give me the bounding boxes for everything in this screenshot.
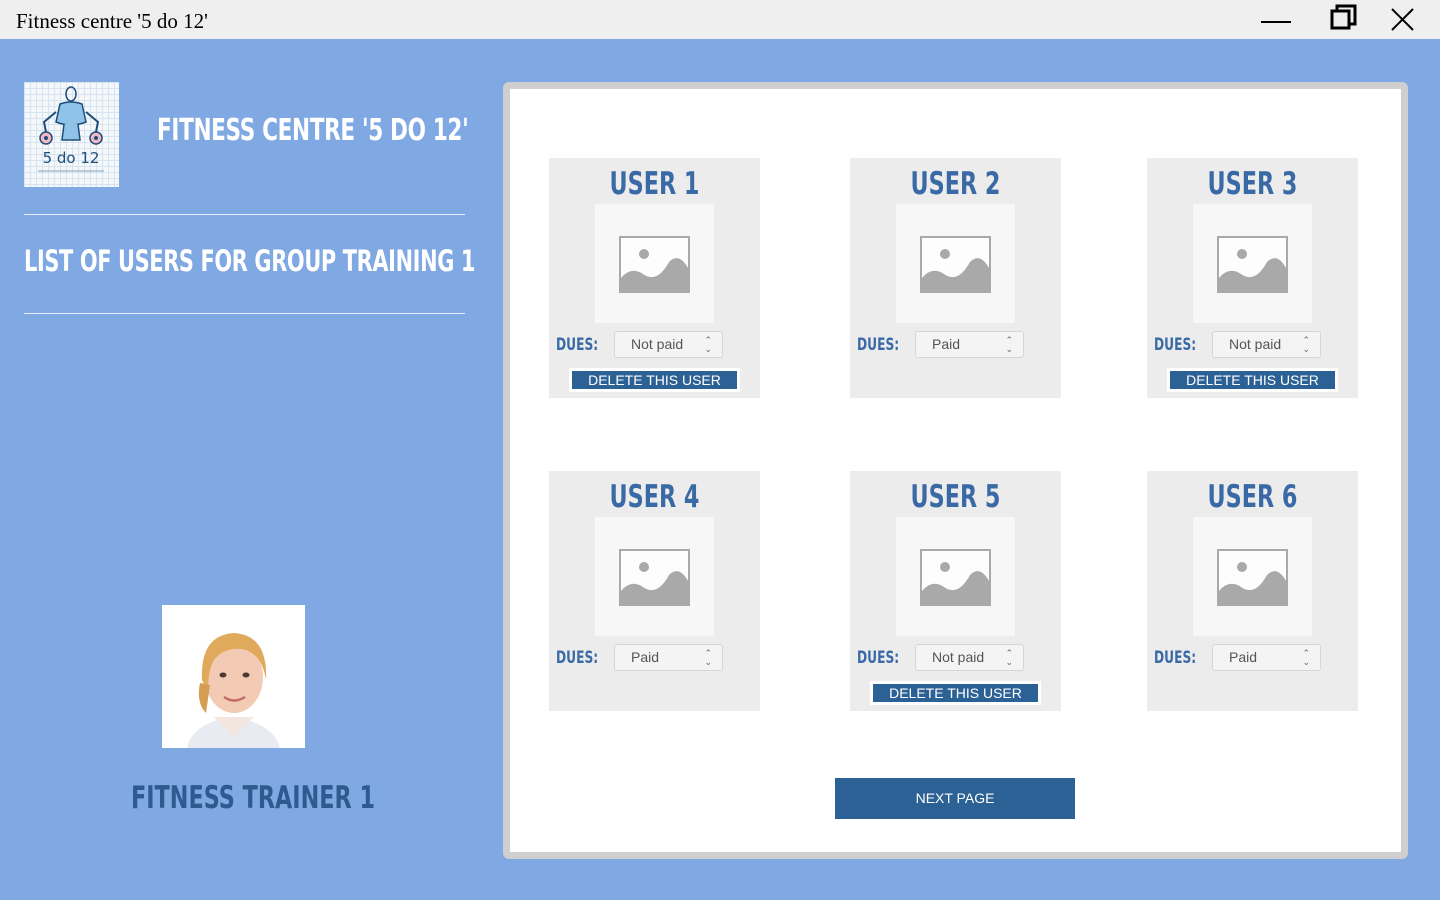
close-icon[interactable] <box>1373 0 1433 39</box>
dues-value: Paid <box>1229 649 1258 665</box>
user-card: USER 4 DUES: Paid ⌃ ⌄ <box>549 471 760 711</box>
next-page-button[interactable]: NEXT PAGE <box>835 778 1075 819</box>
user-card: USER 5 DUES: Not paid ⌃ ⌄ DELETE THIS USER <box>850 471 1061 711</box>
user-title: USER 2 <box>910 166 1001 202</box>
delete-user-label: DELETE THIS USER <box>873 684 1038 702</box>
image-placeholder-icon <box>1217 549 1288 606</box>
select-arrows-icon: ⌃ ⌄ <box>1302 335 1310 354</box>
image-placeholder-icon <box>619 236 690 293</box>
divider-top <box>24 214 465 215</box>
user-photo-placeholder <box>595 517 714 636</box>
delete-user-label: DELETE THIS USER <box>572 371 737 389</box>
image-placeholder-icon <box>619 549 690 606</box>
dues-value: Paid <box>631 649 660 665</box>
trainer-name: FITNESS TRAINER 1 <box>131 780 376 816</box>
restore-icon[interactable] <box>1315 0 1375 39</box>
user-title: USER 4 <box>609 479 700 515</box>
dues-value: Not paid <box>932 649 985 665</box>
dues-label: DUES: <box>857 335 900 355</box>
user-photo-placeholder <box>896 517 1015 636</box>
delete-user-label: DELETE THIS USER <box>1170 371 1335 389</box>
dues-select[interactable]: Not paid ⌃ ⌄ <box>915 644 1024 671</box>
select-arrows-icon: ⌃ ⌄ <box>704 335 712 354</box>
dues-select[interactable]: Not paid ⌃ ⌄ <box>1212 331 1321 358</box>
user-card: USER 2 DUES: Paid ⌃ ⌄ <box>850 158 1061 398</box>
dues-label: DUES: <box>1154 648 1197 668</box>
select-arrows-icon: ⌃ ⌄ <box>1005 648 1013 667</box>
dues-label: DUES: <box>857 648 900 668</box>
image-placeholder-icon <box>920 549 991 606</box>
delete-user-button[interactable]: DELETE THIS USER <box>569 368 740 392</box>
dues-select[interactable]: Paid ⌃ ⌄ <box>614 644 723 671</box>
minimize-icon[interactable] <box>1246 0 1306 39</box>
title-bar: Fitness centre '5 do 12' <box>0 0 1440 39</box>
trainer-avatar <box>162 605 305 748</box>
user-title: USER 3 <box>1207 166 1298 202</box>
dues-label: DUES: <box>1154 335 1197 355</box>
user-title: USER 5 <box>910 479 1001 515</box>
select-arrows-icon: ⌃ ⌄ <box>1005 335 1013 354</box>
user-card: USER 1 DUES: Not paid ⌃ ⌄ DELETE THIS USER <box>549 158 760 398</box>
dues-label: DUES: <box>556 335 599 355</box>
user-card: USER 6 DUES: Paid ⌃ ⌄ <box>1147 471 1358 711</box>
user-photo-placeholder <box>896 204 1015 323</box>
user-photo-placeholder <box>1193 517 1312 636</box>
select-arrows-icon: ⌃ ⌄ <box>704 648 712 667</box>
image-placeholder-icon <box>920 236 991 293</box>
page-title: LIST OF USERS FOR GROUP TRAINING 1 <box>24 244 476 278</box>
window-title: Fitness centre '5 do 12' <box>16 9 208 33</box>
dues-label: DUES: <box>556 648 599 668</box>
bodybuilder-icon: 5 do 12 <box>38 86 104 172</box>
divider-bottom <box>24 313 465 314</box>
dues-select[interactable]: Paid ⌃ ⌄ <box>915 331 1024 358</box>
app-title: FITNESS CENTRE '5 DO 12' <box>157 113 469 148</box>
logo: 5 do 12 <box>24 82 119 187</box>
select-arrows-icon: ⌃ ⌄ <box>1302 648 1310 667</box>
dues-select[interactable]: Paid ⌃ ⌄ <box>1212 644 1321 671</box>
dues-value: Not paid <box>1229 336 1282 352</box>
user-photo-placeholder <box>1193 204 1312 323</box>
delete-user-button[interactable]: DELETE THIS USER <box>1167 368 1338 392</box>
dues-value: Paid <box>932 336 961 352</box>
user-card: USER 3 DUES: Not paid ⌃ ⌄ DELETE THIS USER <box>1147 158 1358 398</box>
user-photo-placeholder <box>595 204 714 323</box>
user-title: USER 6 <box>1207 479 1298 515</box>
logo-text: 5 do 12 <box>43 149 100 167</box>
dues-value: Not paid <box>631 336 684 352</box>
dues-select[interactable]: Not paid ⌃ ⌄ <box>614 331 723 358</box>
user-title: USER 1 <box>609 166 700 202</box>
image-placeholder-icon <box>1217 236 1288 293</box>
delete-user-button[interactable]: DELETE THIS USER <box>870 681 1041 705</box>
